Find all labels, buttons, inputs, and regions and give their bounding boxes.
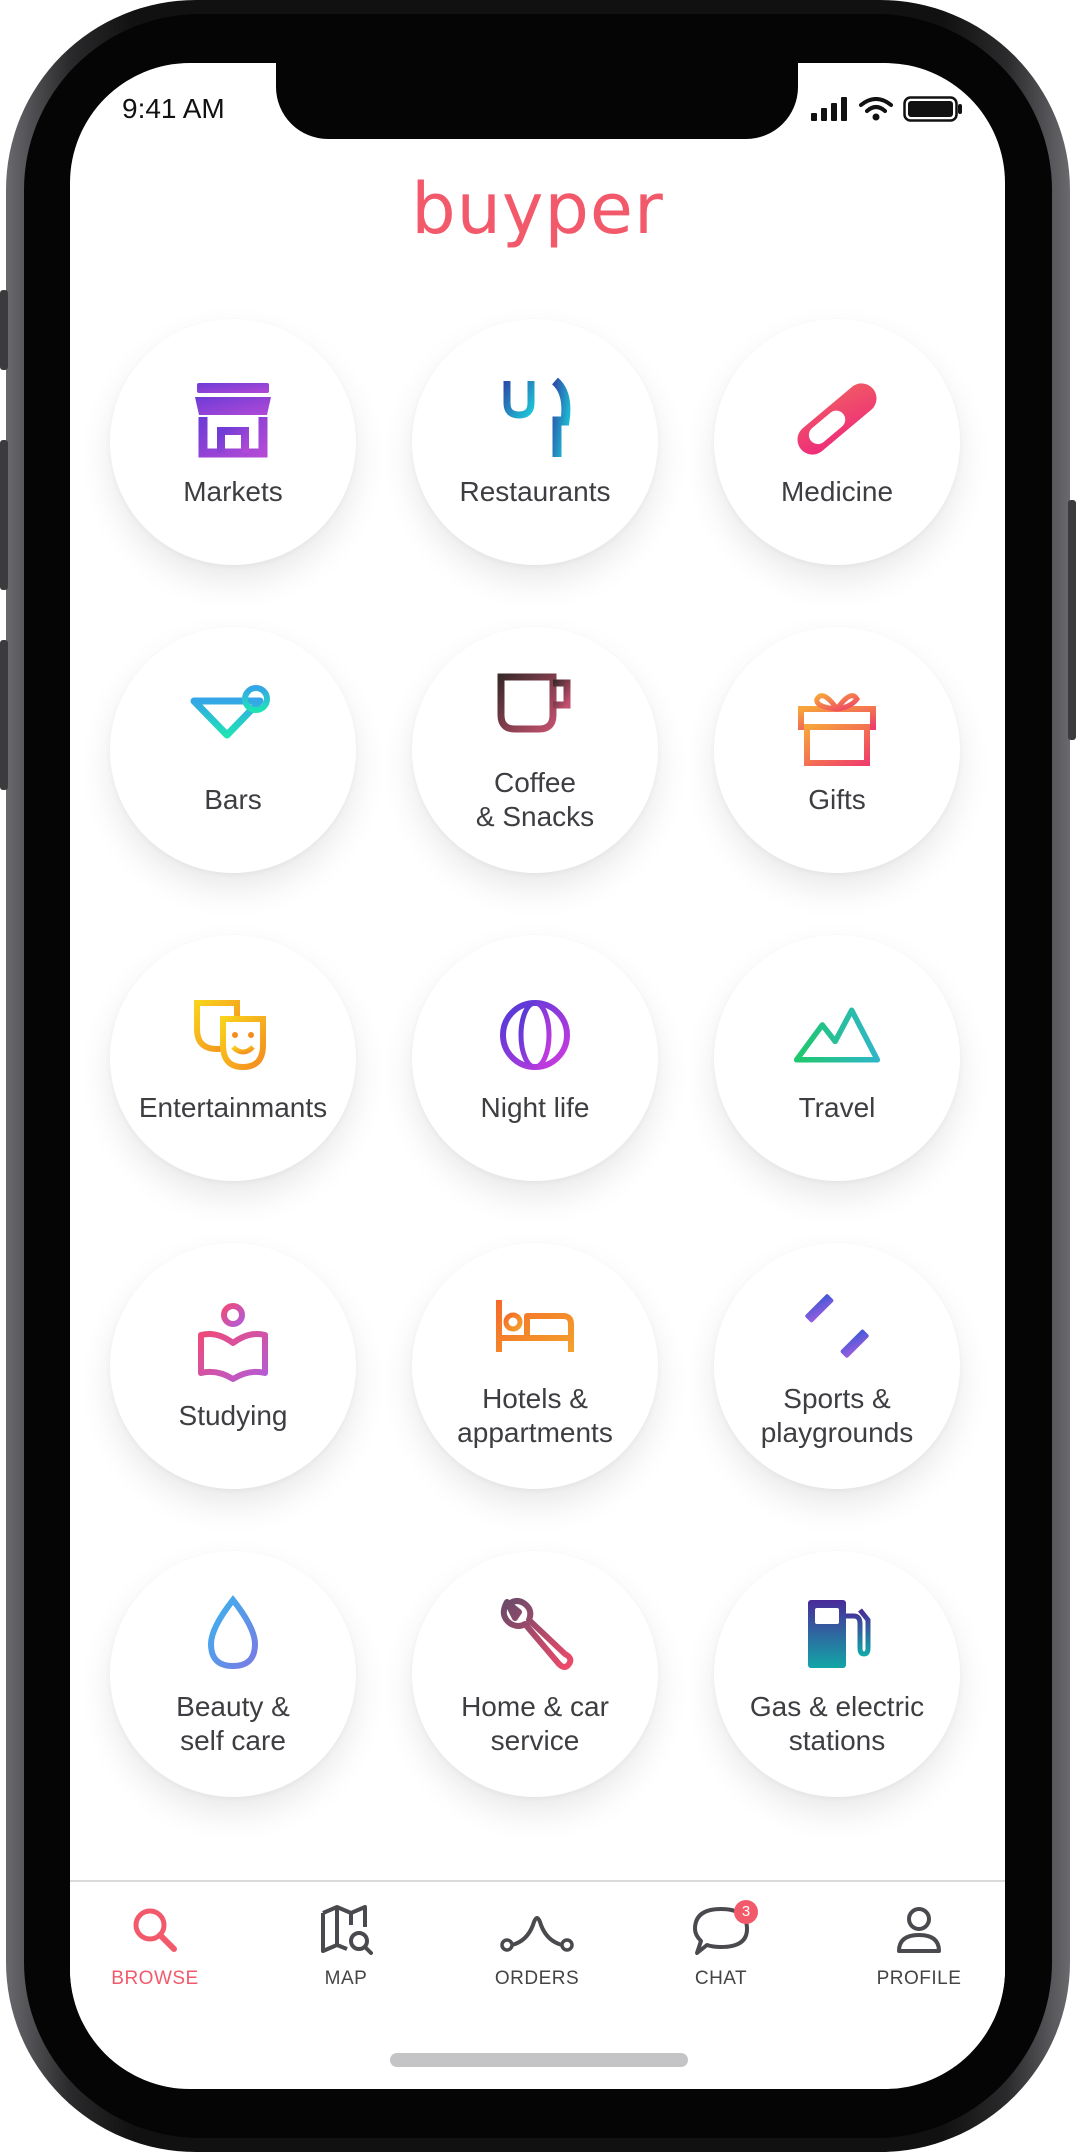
app-screen: 9:41 AM buyper Markets Restaurants Medic… (70, 63, 1005, 2089)
category-home-car-service[interactable]: Home & car service (412, 1551, 658, 1797)
category-label: Hotels & appartments (457, 1383, 613, 1448)
tab-chat[interactable]: 3 CHAT (646, 1900, 796, 1990)
silent-switch (0, 290, 8, 370)
fuel-pump-icon (793, 1590, 881, 1678)
volume-up-button (0, 440, 8, 590)
tab-label: ORDERS (494, 1968, 580, 1989)
category-night-life[interactable]: Night life (412, 935, 658, 1181)
search-icon (80, 1900, 230, 1960)
map-search-icon (271, 1900, 421, 1960)
volume-down-button (0, 640, 8, 790)
coffee-cup-icon (491, 666, 579, 754)
category-label: Studying (178, 1400, 288, 1431)
category-sports-playgrounds[interactable]: Sports & playgrounds (714, 1243, 960, 1489)
category-label: Night life (480, 1092, 590, 1123)
category-travel[interactable]: Travel (714, 935, 960, 1181)
category-coffee-snacks[interactable]: Coffee & Snacks (412, 627, 658, 873)
bottom-tab-bar: BROWSE MAP ORDERS 3 CHAT PROFILE (70, 1880, 1005, 2022)
category-markets[interactable]: Markets (110, 319, 356, 565)
storefront-icon (189, 375, 277, 463)
tab-label: MAP (324, 1968, 368, 1989)
category-label: Gifts (808, 784, 866, 815)
mountains-icon (793, 991, 881, 1079)
category-bars[interactable]: Bars (110, 627, 356, 873)
fork-knife-icon (491, 375, 579, 463)
category-gas-electric-stations[interactable]: Gas & electric stations (714, 1551, 960, 1797)
category-label: Gas & electric stations (749, 1691, 925, 1756)
tab-profile[interactable]: PROFILE (844, 1900, 994, 1990)
category-label: Home & car service (461, 1691, 609, 1756)
tab-label: CHAT (694, 1968, 748, 1989)
tab-label: PROFILE (876, 1968, 962, 1989)
category-label: Travel (798, 1092, 876, 1123)
gift-icon (793, 683, 881, 771)
tab-browse[interactable]: BROWSE (80, 1900, 230, 1990)
category-grid: Markets Restaurants Medicine Bars Coffee… (70, 63, 1005, 1863)
category-label: Coffee & Snacks (475, 767, 595, 832)
category-label: Markets (183, 476, 283, 507)
category-studying[interactable]: Studying (110, 1243, 356, 1489)
chat-unread-badge: 3 (734, 1900, 758, 1924)
category-beauty-self-care[interactable]: Beauty & self care (110, 1551, 356, 1797)
category-restaurants[interactable]: Restaurants (412, 319, 658, 565)
wrench-icon (491, 1590, 579, 1678)
chat-bubble-icon: 3 (646, 1900, 796, 1960)
category-label: Beauty & self care (176, 1691, 290, 1756)
home-indicator (390, 2053, 688, 2067)
bed-icon (491, 1282, 579, 1370)
category-hotels-appartments[interactable]: Hotels & appartments (412, 1243, 658, 1489)
globe-icon (491, 991, 579, 1079)
user-icon (844, 1900, 994, 1960)
category-medicine[interactable]: Medicine (714, 319, 960, 565)
category-gifts[interactable]: Gifts (714, 627, 960, 873)
category-label: Bars (204, 784, 262, 815)
category-label: Restaurants (459, 476, 611, 507)
power-button (1068, 500, 1076, 740)
cocktail-icon (189, 683, 277, 771)
pill-icon (793, 375, 881, 463)
category-label: Medicine (780, 476, 894, 507)
category-label: Entertainmants (138, 1092, 328, 1123)
theater-masks-icon (189, 991, 277, 1079)
tab-label: BROWSE (111, 1968, 199, 1989)
reader-book-icon (189, 1299, 277, 1387)
tab-orders[interactable]: ORDERS (462, 1900, 612, 1990)
route-icon (462, 1900, 612, 1960)
dumbbell-icon (793, 1282, 881, 1370)
category-label: Sports & playgrounds (760, 1383, 914, 1448)
tab-map[interactable]: MAP (271, 1900, 421, 1990)
category-entertainments[interactable]: Entertainmants (110, 935, 356, 1181)
droplet-icon (189, 1590, 277, 1678)
